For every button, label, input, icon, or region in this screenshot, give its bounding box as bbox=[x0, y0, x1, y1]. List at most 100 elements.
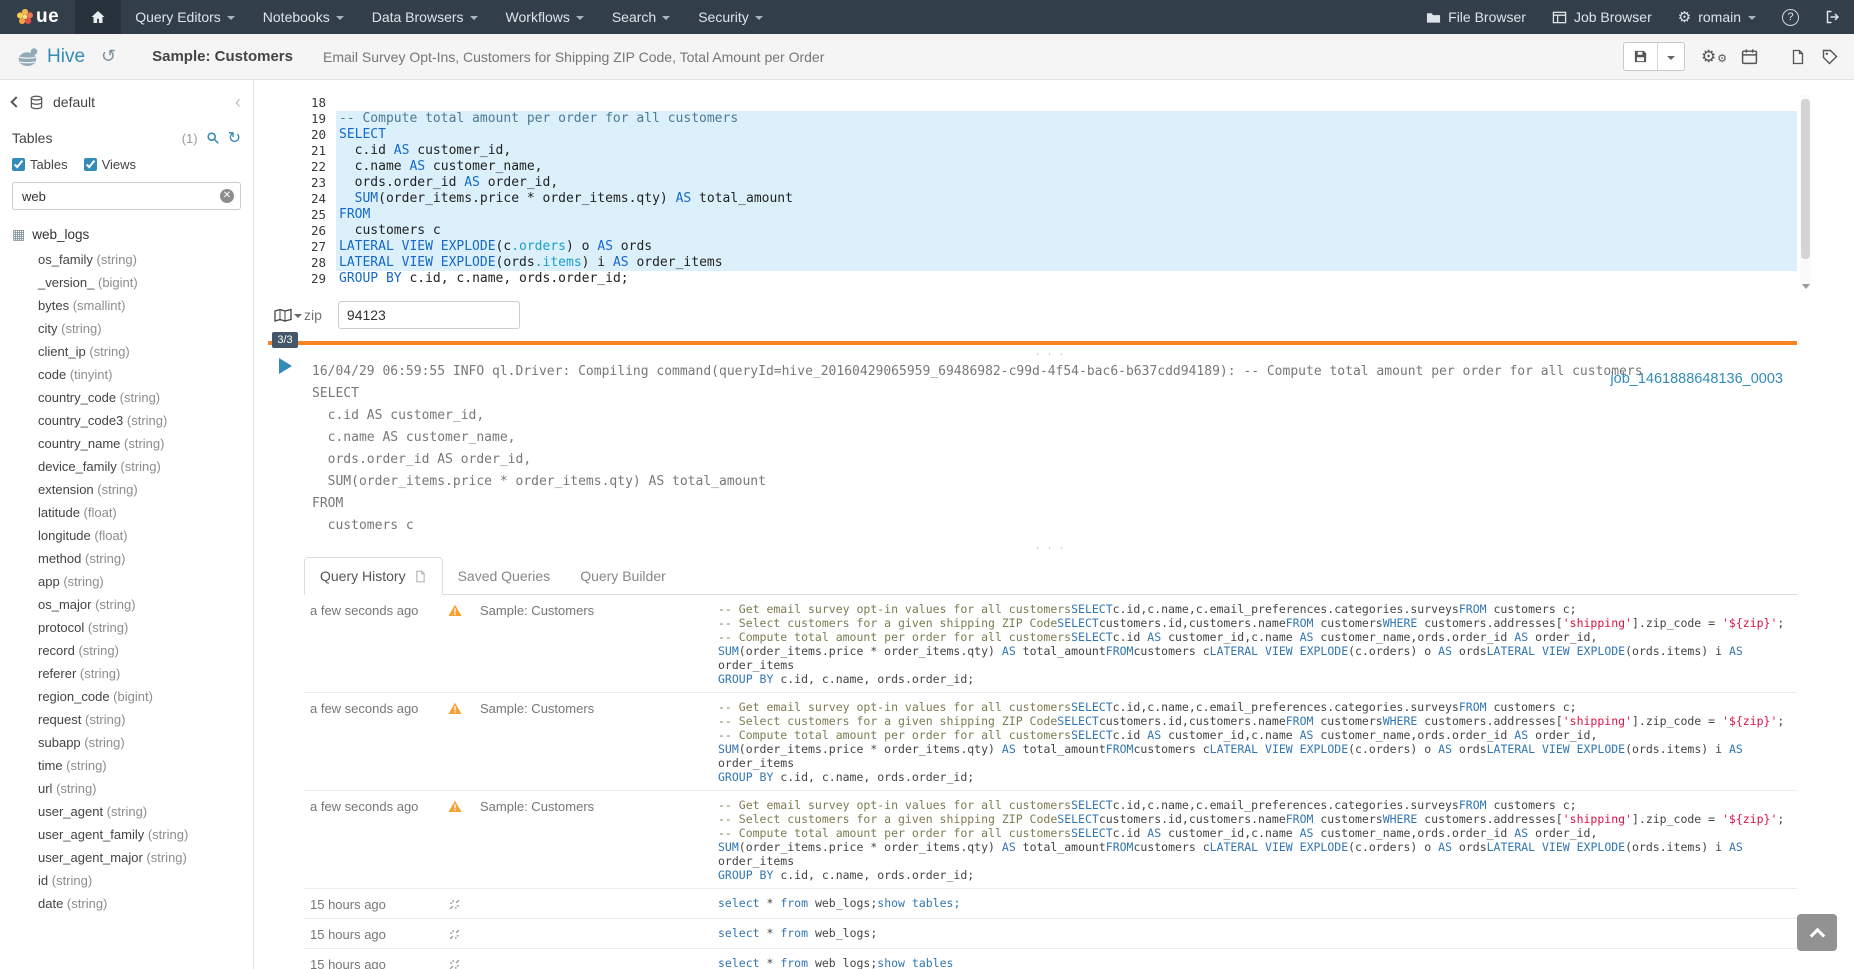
scroll-down-icon[interactable] bbox=[1802, 284, 1810, 289]
tab-saved-queries[interactable]: Saved Queries bbox=[443, 557, 566, 594]
column-item-referer[interactable]: referer (string) bbox=[12, 662, 241, 685]
resize-handle-bottom[interactable] bbox=[304, 541, 1797, 553]
column-item-bytes[interactable]: bytes (smallint) bbox=[12, 294, 241, 317]
editor-line-27[interactable]: 27LATERAL VIEW EXPLODE(c.orders) o AS or… bbox=[304, 239, 1797, 255]
column-item-client_ip[interactable]: client_ip (string) bbox=[12, 340, 241, 363]
execute-button[interactable] bbox=[279, 358, 292, 374]
column-item-date[interactable]: date (string) bbox=[12, 892, 241, 915]
column-item-os_family[interactable]: os_family (string) bbox=[12, 248, 241, 271]
column-item-user_agent_major[interactable]: user_agent_major (string) bbox=[12, 846, 241, 869]
save-dropdown-button[interactable] bbox=[1657, 43, 1684, 70]
editor-scrollbar-thumb[interactable] bbox=[1801, 99, 1810, 259]
refresh-icon[interactable]: ↻ bbox=[228, 128, 241, 148]
editor-line-19[interactable]: 19-- Compute total amount per order for … bbox=[304, 111, 1797, 127]
column-name: referer bbox=[38, 666, 76, 681]
resize-handle-top[interactable] bbox=[304, 347, 1797, 359]
chevron-down-icon bbox=[662, 16, 670, 20]
column-item-url[interactable]: url (string) bbox=[12, 777, 241, 800]
menu-security[interactable]: Security bbox=[684, 0, 777, 34]
user-menu[interactable]: ⚙︎ romain bbox=[1665, 0, 1769, 34]
clear-search-icon[interactable]: ✕ bbox=[220, 189, 234, 203]
column-item-country_name[interactable]: country_name (string) bbox=[12, 432, 241, 455]
job-browser-button[interactable]: Job Browser bbox=[1539, 0, 1665, 34]
history-row[interactable]: a few seconds agoSample: Customers-- Get… bbox=[304, 595, 1797, 693]
column-item-subapp[interactable]: subapp (string) bbox=[12, 731, 241, 754]
back-icon[interactable] bbox=[10, 96, 21, 107]
column-item-protocol[interactable]: protocol (string) bbox=[12, 616, 241, 639]
column-type: (bigint) bbox=[94, 275, 137, 290]
settings-button[interactable]: ⚙︎⚙︎ bbox=[1701, 47, 1725, 67]
editor-line-26[interactable]: 26 customers c bbox=[304, 223, 1797, 239]
history-row[interactable]: a few seconds agoSample: Customers-- Get… bbox=[304, 791, 1797, 889]
tab-query-history[interactable]: Query History bbox=[304, 557, 443, 595]
column-item-time[interactable]: time (string) bbox=[12, 754, 241, 777]
logout-button[interactable] bbox=[1812, 0, 1854, 34]
menu-workflows[interactable]: Workflows bbox=[492, 0, 598, 34]
column-item-country_code3[interactable]: country_code3 (string) bbox=[12, 409, 241, 432]
editor-line-28[interactable]: 28LATERAL VIEW EXPLODE(ords.items) i AS … bbox=[304, 255, 1797, 271]
history-row[interactable]: 15 hours agoselect * from web_logs; bbox=[304, 919, 1797, 949]
column-item-user_agent_family[interactable]: user_agent_family (string) bbox=[12, 823, 241, 846]
editor-line-20[interactable]: 20SELECT bbox=[304, 127, 1797, 143]
editor-line-25[interactable]: 25FROM bbox=[304, 207, 1797, 223]
hive-app-button[interactable]: Hive bbox=[16, 45, 85, 69]
column-item-id[interactable]: id (string) bbox=[12, 869, 241, 892]
editor-scrollbar[interactable] bbox=[1800, 95, 1811, 287]
column-item-region_code[interactable]: region_code (bigint) bbox=[12, 685, 241, 708]
column-name: country_name bbox=[38, 436, 120, 451]
query-history-icon[interactable]: ↺ bbox=[101, 46, 116, 67]
column-item-country_code[interactable]: country_code (string) bbox=[12, 386, 241, 409]
column-item-device_family[interactable]: device_family (string) bbox=[12, 455, 241, 478]
editor-line-18[interactable]: 18 bbox=[304, 95, 1797, 111]
home-button[interactable] bbox=[75, 0, 121, 34]
tables-checkbox-input[interactable] bbox=[12, 158, 25, 171]
editor-line-22[interactable]: 22 c.name AS customer_name, bbox=[304, 159, 1797, 175]
database-name[interactable]: default bbox=[53, 94, 95, 110]
new-query-button[interactable] bbox=[1790, 49, 1806, 65]
file-browser-button[interactable]: File Browser bbox=[1413, 0, 1539, 34]
line-number: 19 bbox=[304, 111, 336, 127]
history-time: 15 hours ago bbox=[310, 956, 448, 969]
column-item-_version_[interactable]: _version_ (bigint) bbox=[12, 271, 241, 294]
variable-zip-input[interactable] bbox=[338, 301, 520, 329]
menu-search[interactable]: Search bbox=[598, 0, 684, 34]
history-row[interactable]: 15 hours agoselect * from web_logs;show … bbox=[304, 949, 1797, 969]
column-item-request[interactable]: request (string) bbox=[12, 708, 241, 731]
column-item-extension[interactable]: extension (string) bbox=[12, 478, 241, 501]
column-item-code[interactable]: code (tinyint) bbox=[12, 363, 241, 386]
filter-tables-checkbox[interactable]: Tables bbox=[12, 157, 68, 172]
code-editor[interactable]: 1819-- Compute total amount per order fo… bbox=[304, 95, 1797, 287]
menu-notebooks[interactable]: Notebooks bbox=[249, 0, 358, 34]
variables-toggle[interactable] bbox=[274, 308, 302, 323]
menu-data-browsers[interactable]: Data Browsers bbox=[358, 0, 492, 34]
column-item-city[interactable]: city (string) bbox=[12, 317, 241, 340]
editor-line-21[interactable]: 21 c.id AS customer_id, bbox=[304, 143, 1797, 159]
history-row[interactable]: a few seconds agoSample: Customers-- Get… bbox=[304, 693, 1797, 791]
schedule-button[interactable] bbox=[1741, 48, 1758, 65]
menu-query-editors[interactable]: Query Editors bbox=[121, 0, 249, 34]
collapse-sidebar-icon[interactable]: ‹ bbox=[235, 95, 241, 109]
column-item-os_major[interactable]: os_major (string) bbox=[12, 593, 241, 616]
column-item-method[interactable]: method (string) bbox=[12, 547, 241, 570]
table-search-input[interactable] bbox=[12, 182, 241, 210]
tags-button[interactable] bbox=[1822, 49, 1838, 65]
tab-query-builder[interactable]: Query Builder bbox=[565, 557, 681, 594]
table-item[interactable]: ▦ web_logs bbox=[12, 226, 241, 243]
editor-line-29[interactable]: 29GROUP BY c.id, c.name, ords.order_id; bbox=[304, 271, 1797, 287]
help-button[interactable]: ? bbox=[1769, 0, 1812, 34]
column-item-record[interactable]: record (string) bbox=[12, 639, 241, 662]
editor-line-23[interactable]: 23 ords.order_id AS order_id, bbox=[304, 175, 1797, 191]
filter-views-checkbox[interactable]: Views bbox=[84, 157, 136, 172]
hue-logo[interactable]: ue bbox=[14, 6, 59, 28]
scroll-to-top-button[interactable] bbox=[1797, 914, 1837, 951]
job-link[interactable]: job_1461888648136_0003 bbox=[1610, 371, 1783, 387]
column-item-user_agent[interactable]: user_agent (string) bbox=[12, 800, 241, 823]
column-item-latitude[interactable]: latitude (float) bbox=[12, 501, 241, 524]
column-item-app[interactable]: app (string) bbox=[12, 570, 241, 593]
column-item-longitude[interactable]: longitude (float) bbox=[12, 524, 241, 547]
history-row[interactable]: 15 hours agoselect * from web_logs;show … bbox=[304, 889, 1797, 919]
save-button[interactable] bbox=[1624, 43, 1657, 70]
search-toggle-button[interactable] bbox=[206, 131, 220, 145]
editor-line-24[interactable]: 24 SUM(order_items.price * order_items.q… bbox=[304, 191, 1797, 207]
views-checkbox-input[interactable] bbox=[84, 158, 97, 171]
